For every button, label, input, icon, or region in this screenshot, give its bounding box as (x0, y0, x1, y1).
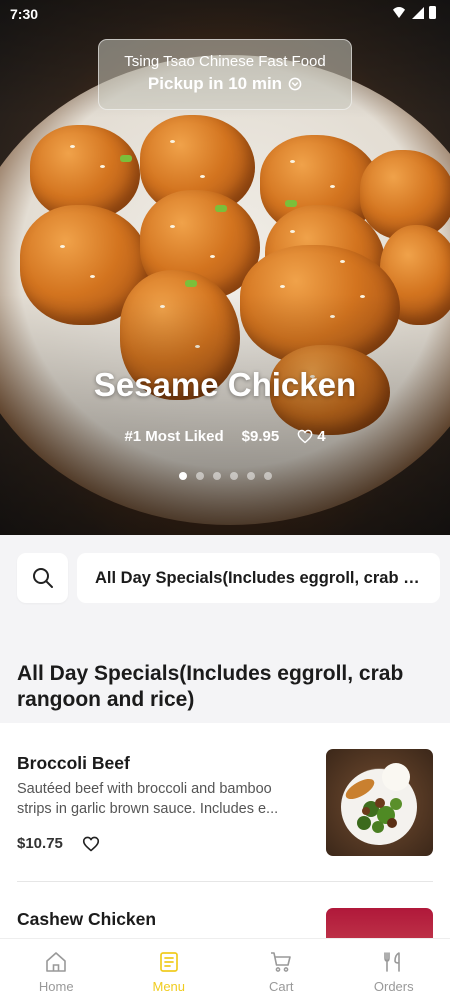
featured-likes: 4 (317, 428, 326, 445)
search-icon (32, 568, 53, 588)
menu-item[interactable]: Cashew Chicken (0, 882, 450, 943)
heart-icon (297, 429, 313, 444)
featured-like-button[interactable]: 4 (297, 428, 326, 445)
menu-icon (159, 952, 178, 972)
store-name: Tsing Tsao Chinese Fast Food (124, 53, 326, 70)
menu-item-image[interactable] (326, 749, 433, 856)
carousel-dots (0, 472, 450, 480)
nav-home[interactable]: Home (0, 939, 113, 1000)
nav-cart-label: Cart (268, 979, 294, 994)
orders-icon (383, 952, 400, 972)
section-title: All Day Specials(Includes eggroll, crab … (17, 662, 404, 711)
category-selector-label: All Day Specials(Includes eggroll, crab … (95, 568, 422, 587)
status-bar: 7:30 (0, 0, 450, 28)
hero-banner[interactable]: 7:30 Tsing Tsao Chinese Fast Food Pickup… (0, 0, 450, 535)
menu-list[interactable]: Broccoli Beef Sautéed beef with broccoli… (0, 723, 450, 943)
pickup-time: Pickup in 10 min (147, 74, 283, 93)
wifi-icon (391, 7, 407, 18)
nav-menu-label: Menu (152, 979, 186, 994)
home-icon (46, 952, 67, 972)
nav-orders[interactable]: Orders (338, 939, 450, 1000)
menu-item[interactable]: Broccoli Beef Sautéed beef with broccoli… (0, 723, 450, 882)
menu-item-price: $10.75 (17, 835, 63, 852)
menu-item-name: Cashew Chicken (17, 909, 157, 929)
store-pickup-pill[interactable]: Tsing Tsao Chinese Fast Food Pickup in 1… (98, 39, 352, 110)
carousel-dot[interactable] (229, 472, 238, 480)
carousel-dot[interactable] (178, 472, 187, 480)
cart-icon (271, 952, 292, 972)
featured-rank: #1 Most Liked (124, 428, 224, 445)
carousel-dot[interactable] (195, 472, 204, 480)
featured-price: $9.95 (241, 428, 280, 445)
menu-item-description-line: strips in garlic brown sauce. Includes e… (17, 801, 279, 817)
menu-item-name: Broccoli Beef (17, 753, 130, 773)
nav-menu[interactable]: Menu (113, 939, 226, 1000)
nav-orders-label: Orders (373, 979, 414, 994)
signal-icon (412, 6, 424, 19)
chevron-down-icon (288, 77, 302, 91)
carousel-dot[interactable] (263, 472, 272, 480)
category-selector[interactable]: All Day Specials(Includes eggroll, crab … (77, 553, 440, 603)
nav-home-label: Home (38, 979, 74, 994)
carousel-dot[interactable] (246, 472, 255, 480)
search-button[interactable] (17, 553, 68, 603)
status-time: 7:30 (10, 6, 39, 22)
carousel-dot[interactable] (212, 472, 221, 480)
battery-icon (429, 6, 436, 19)
heart-icon[interactable] (82, 836, 100, 852)
nav-cart[interactable]: Cart (225, 939, 338, 1000)
menu-item-description-line: Sautéed beef with broccoli and bamboo (17, 781, 272, 797)
bottom-nav: Home Menu Cart Orders (0, 938, 450, 1000)
menu-item-description: Sautéed beef with broccoli and bamboo st… (17, 779, 307, 819)
featured-dish-title: Sesame Chicken (93, 366, 357, 403)
